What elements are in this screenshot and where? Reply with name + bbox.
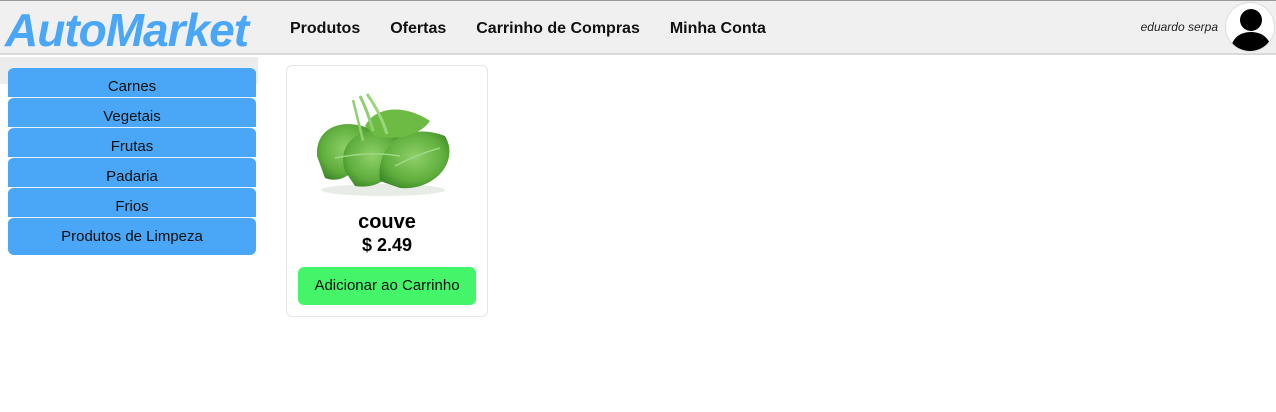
category-sidebar: Carnes Vegetais Frutas Padaria Frios Pro… (8, 67, 256, 255)
category-frios[interactable]: Frios (8, 187, 256, 217)
leafy-greens-image (316, 93, 450, 196)
product-name: couve (358, 211, 416, 233)
product-card: couve $ 2.49 Adicionar ao Carrinho (286, 65, 488, 317)
product-price: $ 2.49 (361, 235, 413, 255)
user-silhouette-icon (1230, 9, 1272, 51)
nav-carrinho[interactable]: Carrinho de Compras (476, 20, 640, 38)
username: eduardo serpa (1140, 20, 1218, 34)
category-produtos-de-limpeza[interactable]: Produtos de Limpeza (8, 217, 256, 255)
main-nav: Produtos Ofertas Carrinho de Compras Min… (290, 1, 796, 56)
category-vegetais[interactable]: Vegetais (8, 97, 256, 127)
logo[interactable]: AutoMarket (5, 3, 249, 57)
add-to-cart-button[interactable]: Adicionar ao Carrinho (298, 267, 476, 305)
category-carnes[interactable]: Carnes (8, 67, 256, 97)
category-padaria[interactable]: Padaria (8, 157, 256, 187)
nav-minha-conta[interactable]: Minha Conta (670, 20, 766, 38)
top-header: AutoMarket Produtos Ofertas Carrinho de … (0, 0, 1276, 57)
avatar[interactable] (1225, 2, 1275, 52)
nav-ofertas[interactable]: Ofertas (390, 20, 446, 38)
category-frutas[interactable]: Frutas (8, 127, 256, 157)
nav-produtos[interactable]: Produtos (290, 20, 360, 38)
